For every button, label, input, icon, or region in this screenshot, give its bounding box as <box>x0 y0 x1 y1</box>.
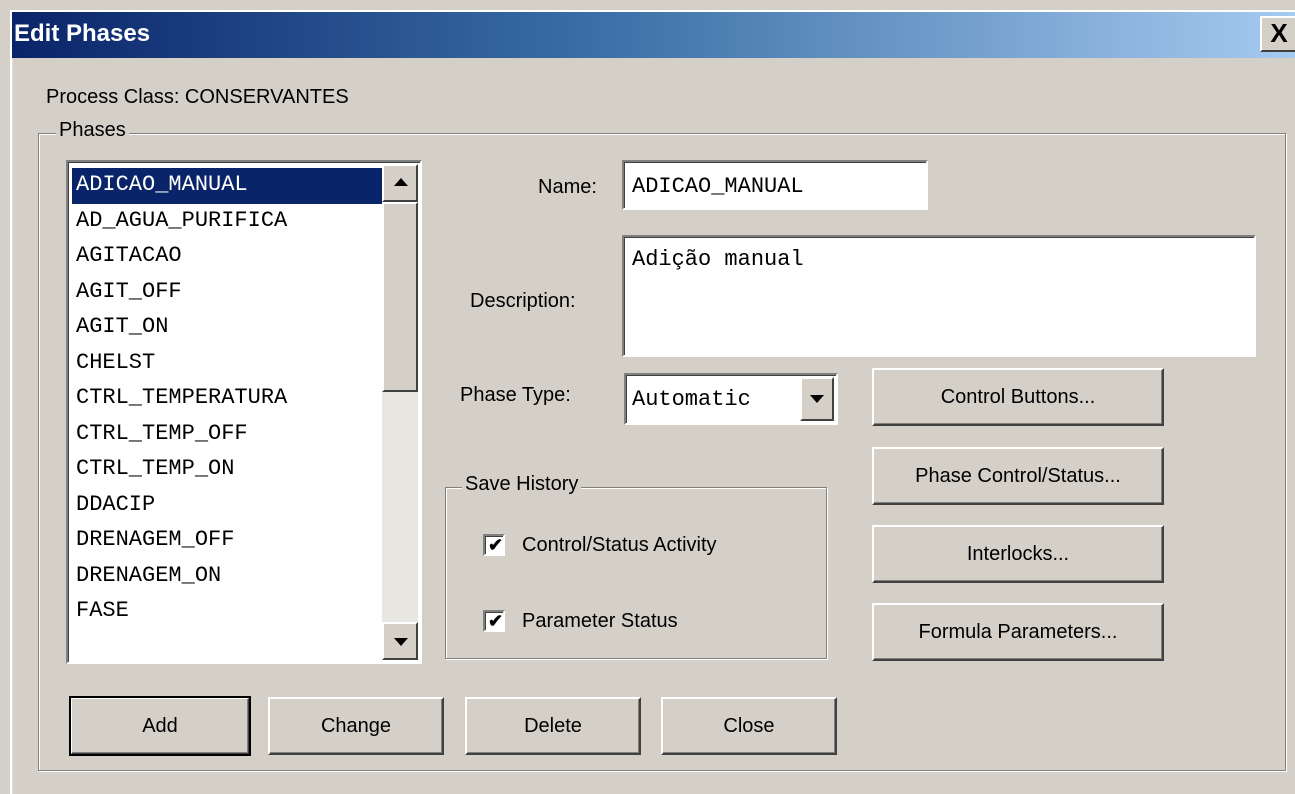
list-item[interactable]: CTRL_TEMPERATURA <box>72 381 382 417</box>
chevron-down-icon <box>810 395 824 403</box>
save-history-label: Save History <box>462 473 582 496</box>
list-item[interactable]: CHELST <box>72 346 382 382</box>
list-item[interactable]: FASE <box>72 594 382 630</box>
description-field[interactable]: Adição manual <box>622 235 1256 357</box>
add-button[interactable]: Add <box>69 696 251 756</box>
phase-control-status-button[interactable]: Phase Control/Status... <box>872 447 1164 505</box>
list-item[interactable]: ADICAO_MANUAL <box>72 168 382 204</box>
parameter-status-checkbox[interactable]: ✔ <box>483 610 505 632</box>
phase-type-label: Phase Type: <box>460 384 571 406</box>
process-class-label: Process Class: CONSERVANTES <box>46 86 349 108</box>
control-status-activity-checkbox[interactable]: ✔ <box>483 534 505 556</box>
interlocks-button[interactable]: Interlocks... <box>872 525 1164 583</box>
list-item[interactable]: AD_AGUA_PURIFICA <box>72 204 382 240</box>
description-label: Description: <box>470 290 576 312</box>
phases-listbox[interactable]: ADICAO_MANUAL AD_AGUA_PURIFICA AGITACAO AGI… <box>66 160 422 664</box>
list-item[interactable]: AGIT_ON <box>72 310 382 346</box>
arrow-down-icon <box>394 638 408 646</box>
list-item[interactable]: CTRL_TEMP_OFF <box>72 417 382 453</box>
name-field[interactable]: ADICAO_MANUAL <box>622 160 928 210</box>
phase-type-select[interactable]: Automatic <box>624 373 838 425</box>
list-item[interactable]: CTRL_TEMP_ON <box>72 452 382 488</box>
scroll-up-button[interactable] <box>382 164 418 202</box>
phase-type-value: Automatic <box>632 387 751 412</box>
scroll-thumb[interactable] <box>382 202 418 392</box>
list-item[interactable]: DRENAGEM_OFF <box>72 523 382 559</box>
list-item[interactable]: DRENAGEM_ON <box>72 559 382 595</box>
list-item[interactable]: AGITACAO <box>72 239 382 275</box>
close-button[interactable]: Close <box>661 697 837 755</box>
change-button[interactable]: Change <box>268 697 444 755</box>
check-icon: ✔ <box>488 611 504 631</box>
control-buttons-button[interactable]: Control Buttons... <box>872 368 1164 426</box>
arrow-up-icon <box>394 178 408 186</box>
window-title: Edit Phases <box>14 20 151 47</box>
name-label: Name: <box>538 176 597 198</box>
parameter-status-label: Parameter Status <box>522 610 678 632</box>
save-history-group <box>445 487 827 659</box>
phases-group-label: Phases <box>56 119 129 142</box>
delete-button[interactable]: Delete <box>465 697 641 755</box>
control-status-activity-label: Control/Status Activity <box>522 534 717 556</box>
phases-list: ADICAO_MANUAL AD_AGUA_PURIFICA AGITACAO AGI… <box>72 168 382 630</box>
list-item[interactable]: AGIT_OFF <box>72 275 382 311</box>
phases-scrollbar[interactable] <box>382 164 418 660</box>
list-item[interactable]: DDACIP <box>72 488 382 524</box>
phase-type-dropdown-button[interactable] <box>800 377 834 421</box>
title-bar[interactable] <box>12 12 1295 58</box>
check-icon: ✔ <box>488 535 504 555</box>
scroll-down-button[interactable] <box>382 622 418 660</box>
formula-parameters-button[interactable]: Formula Parameters... <box>872 603 1164 661</box>
close-window-button[interactable]: X <box>1260 16 1295 52</box>
